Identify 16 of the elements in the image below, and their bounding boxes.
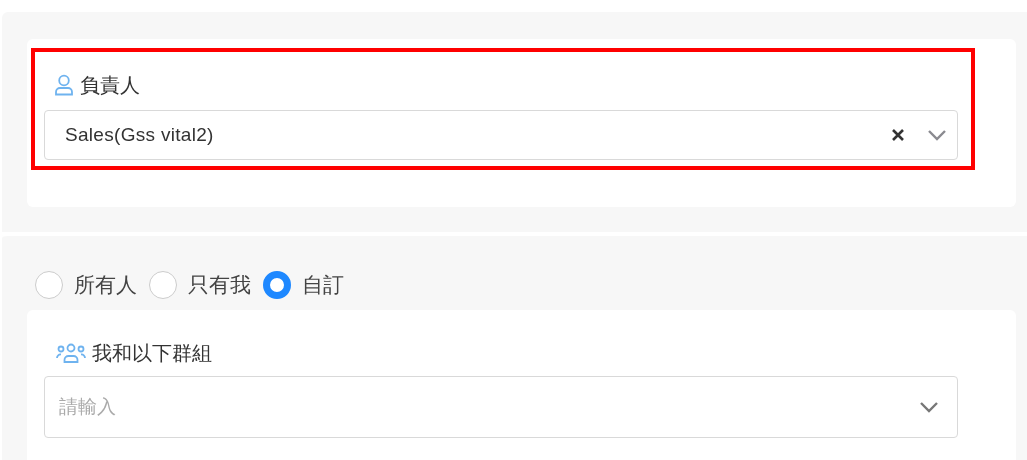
radio-option[interactable]: 所有人 (35, 271, 137, 299)
group-icon (56, 343, 86, 363)
radio-icon[interactable] (35, 271, 63, 299)
radio-icon[interactable] (263, 271, 291, 299)
field-label: 負責人 (80, 72, 140, 98)
radio-icon[interactable] (149, 271, 177, 299)
group-input[interactable]: 請輸入 (59, 396, 919, 418)
field-label: 我和以下群組 (92, 340, 212, 366)
chevron-down-icon[interactable] (919, 401, 939, 413)
person-icon (54, 74, 74, 96)
chevron-down-icon[interactable] (927, 129, 947, 141)
owner-select[interactable]: Sales(Gss vital2) (44, 110, 958, 160)
group-select[interactable]: 請輸入 (44, 376, 958, 438)
radio-option[interactable]: 自訂 (263, 271, 344, 299)
clear-icon[interactable] (891, 128, 905, 142)
radio-option[interactable]: 只有我 (149, 271, 251, 299)
